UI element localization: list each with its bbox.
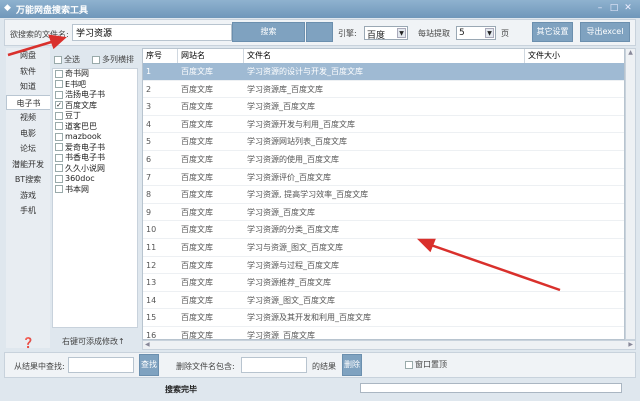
arrowhead-icon <box>48 34 67 50</box>
annotation-arrows <box>7 34 561 292</box>
annotation-arrow-2 <box>427 242 561 292</box>
annotation-arrow-1 <box>7 38 59 57</box>
arrowhead-icon <box>416 238 436 253</box>
